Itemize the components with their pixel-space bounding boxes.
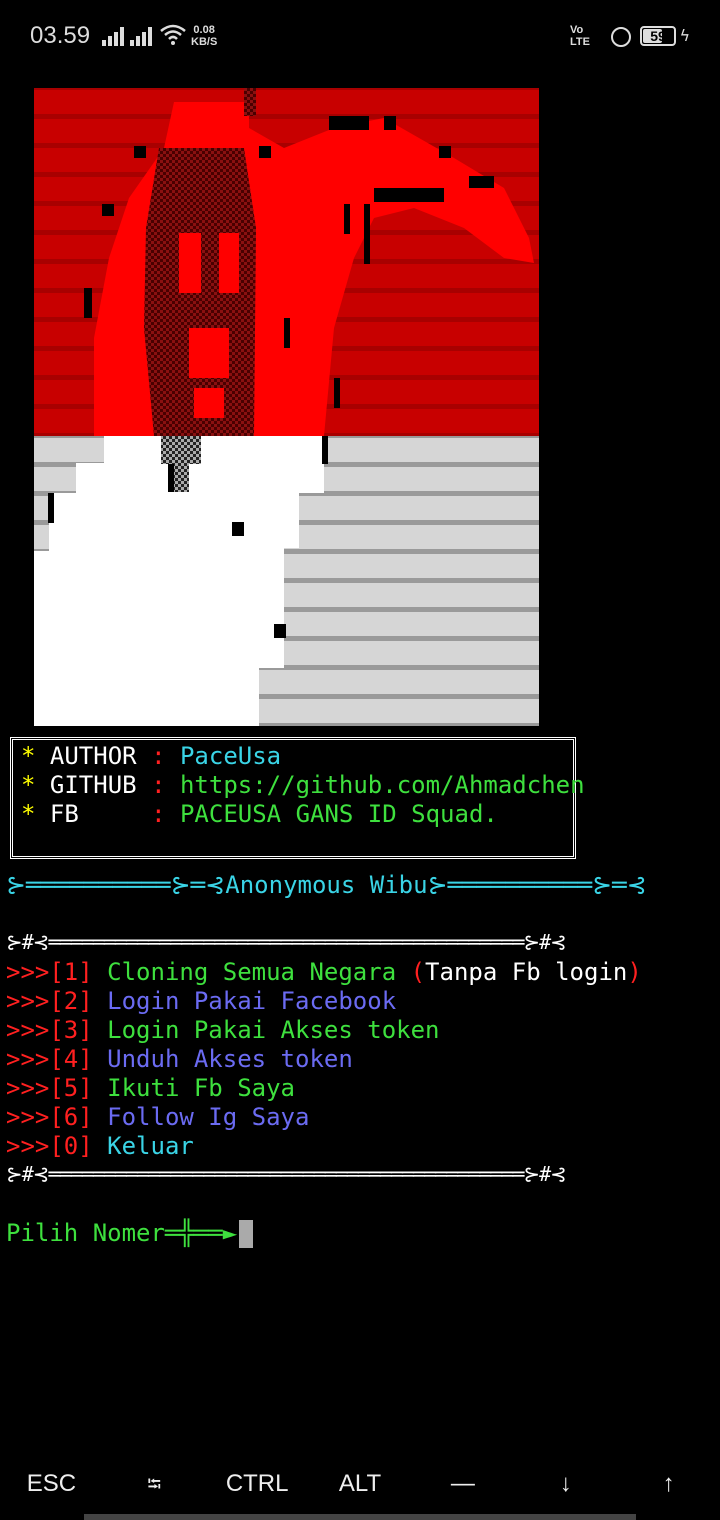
input-prompt[interactable]: Pilih Nomer═╬══► — [6, 1219, 254, 1248]
network-speed: 0.08 KB/S — [191, 24, 218, 48]
author-line: * AUTHOR : PaceUsa — [21, 742, 282, 770]
menu-item-4: >>>[4] Unduh Akses token — [6, 1045, 353, 1073]
menu-item-3: >>>[3] Login Pakai Akses token — [6, 1016, 440, 1044]
battery-icon: 59 — [640, 26, 676, 46]
arrow-up-key[interactable]: ↑ — [617, 1460, 720, 1520]
navigation-bar — [84, 1514, 636, 1520]
charging-icon: ϟ — [680, 26, 690, 45]
title-line: ⊱══════════⊱═⊰Anonymous Wibu⊱══════════⊱… — [6, 871, 647, 899]
menu-item-6: >>>[6] Follow Ig Saya — [6, 1103, 310, 1131]
volte-icon: Vo LTE — [570, 24, 590, 48]
dash-key[interactable]: — — [411, 1460, 514, 1520]
menu-item-0: >>>[0] Keluar — [6, 1132, 194, 1160]
lock-icon — [611, 27, 631, 47]
signal-icon — [130, 26, 156, 46]
menu-item-5: >>>[5] Ikuti Fb Saya — [6, 1074, 295, 1102]
github-line: * GITHUB : https://github.com/Ahmadchen — [21, 771, 585, 799]
menu-item-2: >>>[2] Login Pakai Facebook — [6, 987, 397, 1015]
clock: 03.59 — [30, 22, 91, 49]
signal-icon — [102, 26, 128, 46]
ctrl-key[interactable]: CTRL — [206, 1460, 309, 1520]
text-cursor[interactable] — [239, 1220, 254, 1248]
menu-item-1: >>>[1] Cloning Semua Negara (Tanpa Fb lo… — [6, 958, 642, 986]
info-box: * AUTHOR : PaceUsa * GITHUB : https://gi… — [10, 737, 585, 859]
esc-key[interactable]: ESC — [0, 1460, 103, 1520]
status-bar: 03.59 0.08 KB/S Vo LTE 59 ϟ — [0, 0, 720, 76]
banner-art — [34, 88, 539, 726]
app-title: Anonymous Wibu — [225, 871, 428, 899]
prompt-arrow: ═╬══► — [164, 1219, 238, 1247]
prompt-label: Pilih Nomer — [6, 1219, 165, 1247]
fb-line: * FB : PACEUSA GANS ID Squad. — [21, 800, 498, 828]
extra-keys-bar: ESC ⭾ CTRL ALT — ↓ ↑ — [0, 1460, 720, 1520]
alt-key[interactable]: ALT — [309, 1460, 412, 1520]
wifi-icon — [160, 24, 186, 45]
menu-top-rule: ⊱#⊰═════════════════════════════════════… — [6, 930, 567, 954]
tab-key[interactable]: ⭾ — [103, 1460, 206, 1520]
menu-bottom-rule: ⊱#⊰═════════════════════════════════════… — [6, 1162, 567, 1186]
arrow-down-key[interactable]: ↓ — [514, 1460, 617, 1520]
